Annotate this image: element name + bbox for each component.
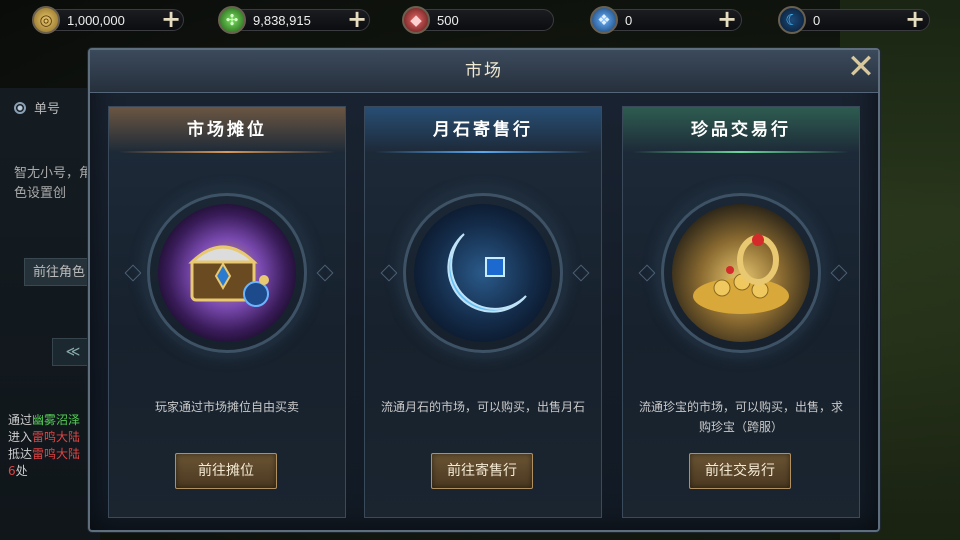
chat-log: 通过幽雾沼泽 进入雷鸣大陆 抵达雷鸣大陆 6处 — [8, 413, 81, 478]
moonstone-icon — [403, 193, 563, 353]
card-title: 市场摊位 — [187, 120, 267, 140]
add-crystal-button[interactable]: + — [716, 7, 738, 31]
resource-gold: ◎ 1,000,000 + — [32, 6, 184, 34]
add-moon-button[interactable]: + — [904, 7, 926, 31]
red-gem-icon: ◆ — [402, 6, 430, 34]
green-clover-icon: ✣ — [218, 6, 246, 34]
treasure-trading-card: 珍品交易行 流通珍宝的市场，可以购买，出售，求购珍宝（跨服） 前往交易行 — [622, 106, 860, 518]
close-icon[interactable]: ✕ — [845, 50, 877, 84]
goto-stall-button[interactable]: 前往摊位 — [175, 453, 277, 489]
resource-red-gem: ◆ 500 — [402, 6, 554, 34]
goto-character-button[interactable]: 前往角色 — [24, 258, 94, 286]
add-gold-button[interactable]: + — [160, 7, 182, 31]
background-hint: 智尢小号，角色设置创 — [14, 166, 93, 201]
resource-clover: ✣ 9,838,915 + — [218, 6, 370, 34]
market-dialog: 市场 市场摊位 玩家通过市场摊位自由买卖 前往摊位 月石寄售行 流通月石的市场，… — [88, 48, 880, 532]
card-title: 月石寄售行 — [433, 120, 533, 140]
gold-coin-icon: ◎ — [32, 6, 60, 34]
card-description: 流通珍宝的市场，可以购买，出售，求购珍宝（跨服） — [638, 400, 843, 434]
radio-icon — [14, 101, 26, 114]
market-stall-card: 市场摊位 玩家通过市场摊位自由买卖 前往摊位 — [108, 106, 346, 518]
blue-moon-icon: ☾ — [778, 6, 806, 34]
single-radio[interactable]: 单号 — [14, 98, 60, 117]
blue-crystal-icon: ❖ — [590, 6, 618, 34]
goto-trading-button[interactable]: 前往交易行 — [689, 453, 791, 489]
treasure-pile-icon — [661, 193, 821, 353]
treasure-chest-icon — [147, 193, 307, 353]
dialog-title: 市场 — [465, 61, 503, 81]
goto-consignment-button[interactable]: 前往寄售行 — [431, 453, 533, 489]
card-description: 流通月石的市场，可以购买，出售月石 — [380, 400, 585, 414]
moonstone-consignment-card: 月石寄售行 流通月石的市场，可以购买，出售月石 前往寄售行 — [364, 106, 602, 518]
resource-crystal: ❖ 0 + — [590, 6, 742, 34]
resource-moon: ☾ 0 + — [778, 6, 930, 34]
radio-label: 单号 — [34, 102, 61, 117]
card-description: 玩家通过市场摊位自由买卖 — [154, 400, 299, 414]
card-title: 珍品交易行 — [691, 120, 791, 140]
add-clover-button[interactable]: + — [346, 7, 368, 31]
